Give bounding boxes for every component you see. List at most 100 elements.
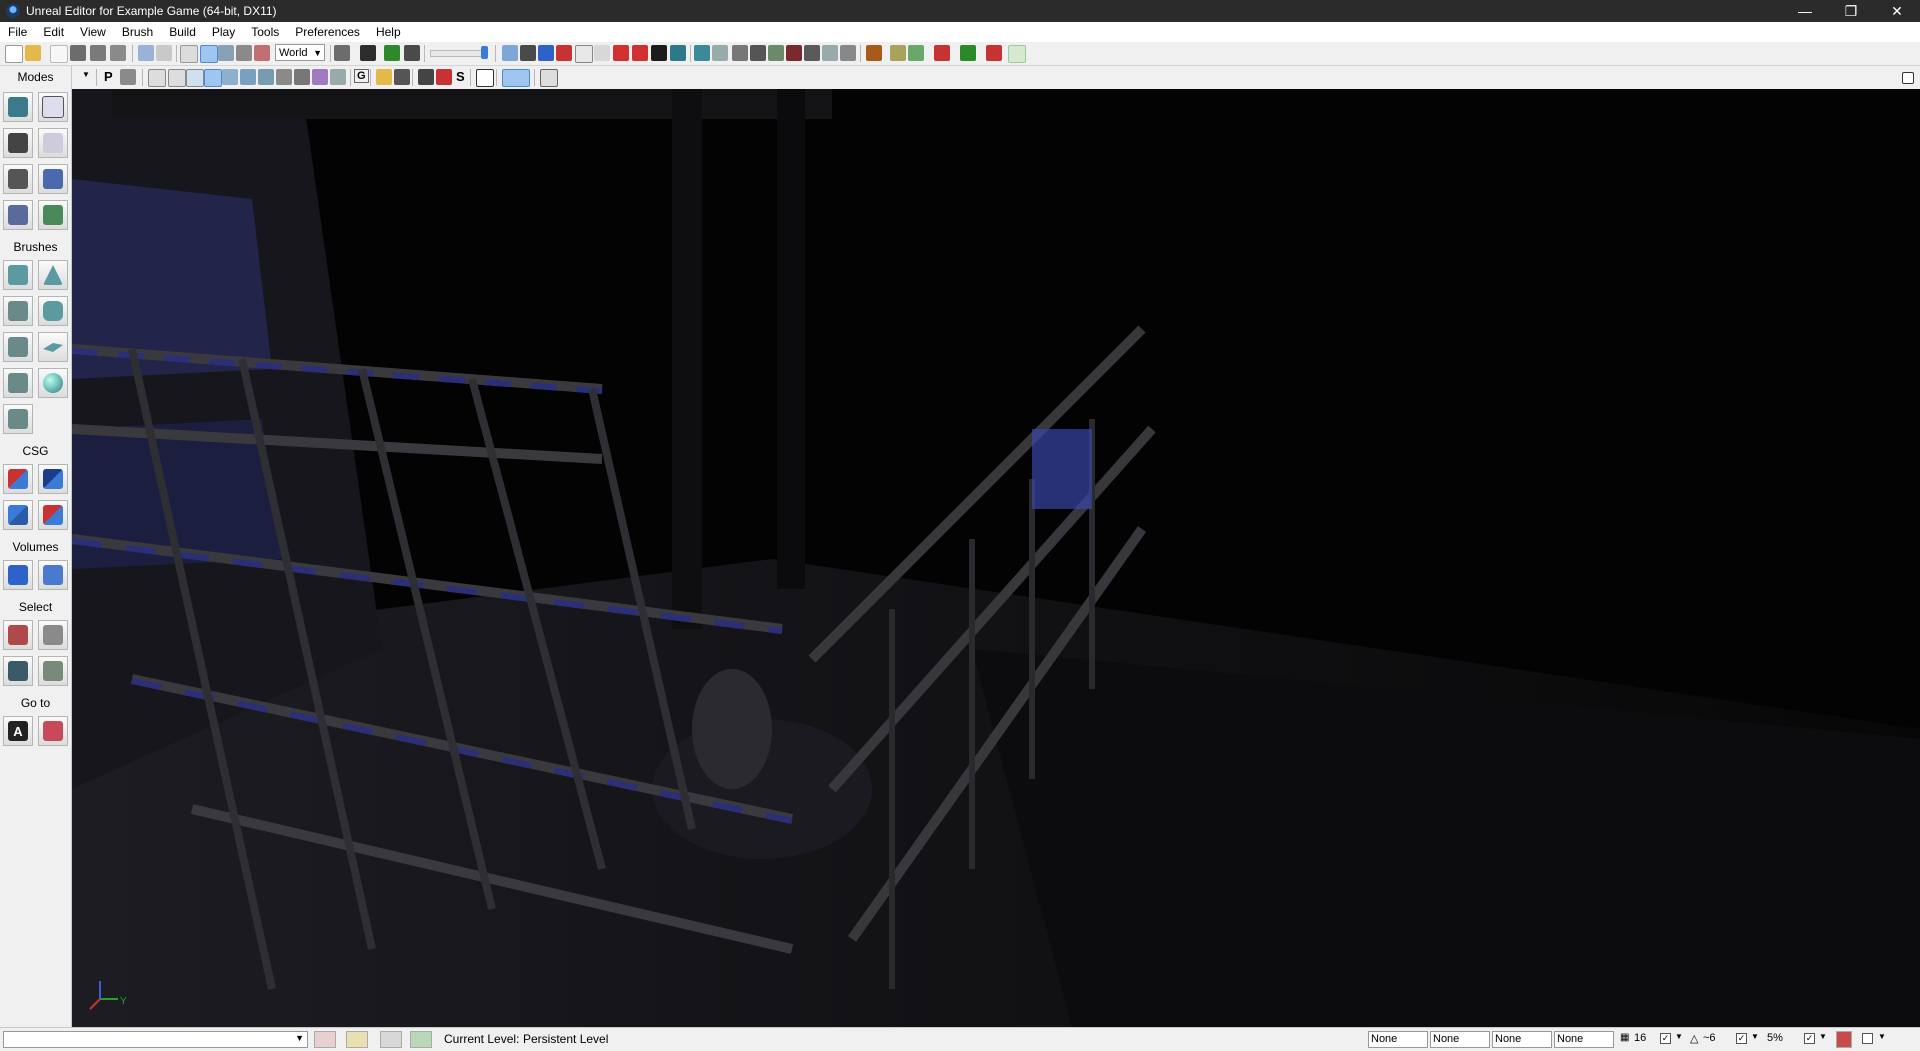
play-icon[interactable] [1008,45,1026,63]
actor-icon[interactable] [786,45,802,61]
navmesh-icon[interactable] [768,45,784,61]
mesh-paint-mode-button[interactable] [38,164,68,194]
cylinder-brush-button[interactable] [38,296,68,326]
goto-actor-button[interactable]: A [3,716,33,746]
open-map-icon[interactable] [25,45,41,61]
minimize-button[interactable]: — [1782,0,1828,22]
menu-edit[interactable]: Edit [35,22,72,42]
slider-knob[interactable] [481,46,488,59]
csg-deintersect-button[interactable] [38,500,68,530]
package-icon[interactable] [890,45,906,61]
coordinate-system-select[interactable]: World ▼ [275,44,325,61]
pin-icon[interactable] [712,45,728,61]
csg-intersect-button[interactable] [3,500,33,530]
non-uniform-scale-icon[interactable] [254,45,270,61]
build-all-icon[interactable] [575,45,593,63]
terrain-icon[interactable] [866,45,882,61]
game-view-toggle[interactable]: G [354,69,369,83]
restore-viewport-icon[interactable] [1902,72,1914,84]
texture-mode-button[interactable] [3,164,33,194]
csg-subtract-button[interactable] [38,464,68,494]
favorites-star-icon[interactable] [50,45,68,63]
build-geometry-icon[interactable] [502,45,518,61]
save-icon[interactable] [70,45,86,61]
texture-density-icon[interactable] [276,69,292,85]
chevron-down-icon[interactable]: ▼ [1751,1032,1759,1041]
csg-add-button[interactable] [3,464,33,494]
undo-icon[interactable] [138,45,154,61]
actor-tool-icon[interactable] [418,69,434,85]
rotation-snap-checkbox[interactable]: ✓ [1736,1033,1747,1044]
pivot-icon[interactable] [346,1031,368,1048]
lock-icon[interactable] [376,69,392,85]
menu-brush[interactable]: Brush [114,22,161,42]
unlit-icon[interactable] [186,69,204,87]
new-map-icon[interactable] [5,45,23,63]
menu-help[interactable]: Help [368,22,409,42]
lit-lightmap-icon[interactable] [330,69,346,85]
linear-stair-button[interactable] [3,332,33,362]
chevron-down-icon[interactable]: ▼ [1819,1032,1827,1041]
rotate-icon[interactable] [218,45,234,61]
level-lock-icon[interactable] [380,1031,402,1048]
binoculars-icon[interactable] [334,45,350,61]
foliage-mode-button[interactable] [38,200,68,230]
wireframe-icon[interactable] [168,69,186,87]
move-mode-button[interactable] [38,128,68,158]
perspective-viewport[interactable]: Y [72,89,1920,1027]
lighting-only-icon[interactable] [240,69,256,85]
add-volume-button[interactable] [3,560,33,590]
select-cursor-icon[interactable] [180,45,198,63]
record-icon[interactable] [934,45,950,61]
goto-builder-button[interactable] [38,716,68,746]
volume-options-button[interactable] [38,560,68,590]
viewport-options-icon[interactable] [540,69,558,87]
volumetric-brush-button[interactable] [3,404,33,434]
streaming-toggle[interactable]: S [456,69,465,84]
command-input[interactable]: ▼ [3,1031,308,1048]
autosave-icon[interactable] [1836,1031,1852,1048]
landscape-mode-button[interactable] [3,200,33,230]
terrain-mode-button[interactable] [3,128,33,158]
brush-wireframe-icon[interactable] [148,69,166,87]
cover-link-icon[interactable] [750,45,766,61]
camera-icon[interactable] [840,45,856,61]
light-icon[interactable] [804,45,820,61]
eye-icon[interactable] [394,69,410,85]
maximize-viewport-icon[interactable] [476,69,494,87]
toggle-checkbox[interactable] [1862,1033,1873,1044]
drop-pivot-icon[interactable] [632,45,648,61]
kismet-debug-icon[interactable] [986,45,1002,61]
cube-brush-button[interactable] [3,260,33,290]
sphere-brush-button[interactable] [38,368,68,398]
grid-snap-checkbox[interactable]: ✓ [1660,1033,1671,1044]
drag-grid-icon[interactable] [314,1031,336,1048]
menu-file[interactable]: File [0,22,35,42]
light-complexity-icon[interactable] [258,69,274,85]
show-selected-button[interactable] [3,620,33,650]
menu-view[interactable]: View [72,22,114,42]
chevron-down-icon[interactable]: ▼ [82,70,90,79]
sheet-brush-button[interactable] [38,332,68,362]
matinee-icon[interactable] [404,45,420,61]
play-in-viewport-icon[interactable] [960,45,976,61]
menu-play[interactable]: Play [204,22,243,42]
cone-brush-button[interactable] [38,260,68,290]
chevron-down-icon[interactable]: ▼ [1878,1032,1886,1041]
translate-icon[interactable] [200,45,218,63]
path-node-icon[interactable] [732,45,748,61]
lit-icon[interactable] [204,69,222,87]
show-all-button[interactable] [38,656,68,686]
play-viewport-icon[interactable] [502,69,530,87]
build-paths-icon[interactable] [538,45,554,61]
world-props-icon[interactable] [410,1031,432,1048]
stats-icon[interactable] [436,69,452,85]
rotation-snap[interactable]: ~6 [1703,1032,1716,1044]
shader-complexity-icon[interactable] [294,69,310,85]
menu-build[interactable]: Build [161,22,204,42]
menu-tools[interactable]: Tools [243,22,287,42]
build-cover-icon[interactable] [556,45,572,61]
geometry-mode-button[interactable] [38,92,68,122]
perspective-toggle[interactable]: P [104,69,113,84]
close-button[interactable]: ✕ [1874,0,1920,22]
